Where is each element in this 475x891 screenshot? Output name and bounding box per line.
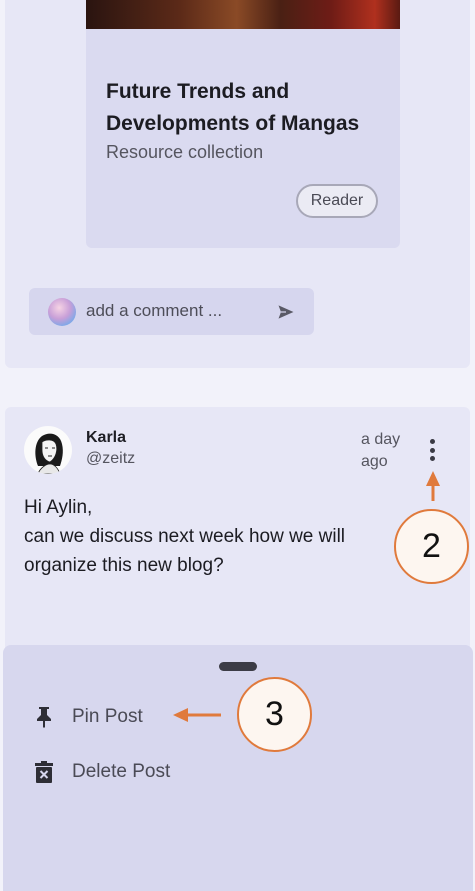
callout-3: 3 xyxy=(237,677,312,752)
callout-2: 2 xyxy=(394,509,469,584)
annotation-arrows xyxy=(173,471,440,722)
